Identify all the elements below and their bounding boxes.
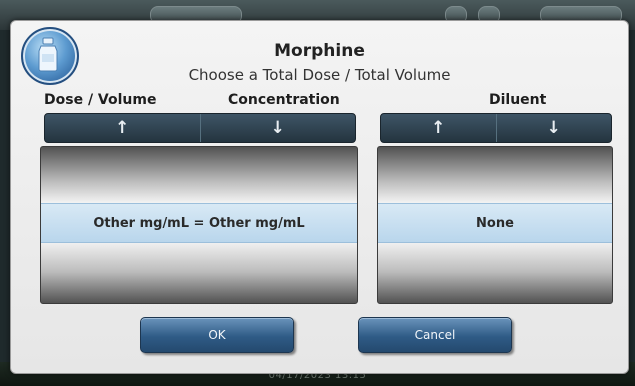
diluent-selected-label: None: [476, 215, 514, 231]
concentration-down-button[interactable]: ↓: [199, 114, 356, 142]
column-header-diluent: Diluent: [489, 92, 547, 108]
column-header-dose-volume: Dose / Volume: [44, 92, 157, 108]
cancel-button-label: Cancel: [414, 328, 456, 342]
diluent-selected-row[interactable]: None: [378, 203, 612, 243]
dialog-subtitle: Choose a Total Dose / Total Volume: [188, 66, 451, 84]
diluent-picker[interactable]: None: [377, 146, 613, 304]
arrow-up-icon: ↑: [431, 118, 446, 138]
diluent-up-button[interactable]: ↑: [381, 114, 496, 142]
concentration-picker[interactable]: Other mg/mL = Other mg/mL: [40, 146, 358, 304]
arrow-down-icon: ↓: [546, 118, 561, 138]
concentration-up-button[interactable]: ↑: [45, 114, 200, 142]
ok-button-label: OK: [208, 328, 226, 342]
diluent-scroll-bar: ↑ ↓: [380, 113, 612, 143]
ok-button[interactable]: OK: [140, 317, 294, 353]
concentration-selected-row[interactable]: Other mg/mL = Other mg/mL: [41, 203, 357, 243]
concentration-scroll-bar: ↑ ↓: [44, 113, 356, 143]
diluent-down-button[interactable]: ↓: [495, 114, 612, 142]
dose-volume-dialog: Morphine Choose a Total Dose / Total Vol…: [10, 20, 629, 374]
cancel-button[interactable]: Cancel: [358, 317, 512, 353]
column-header-concentration: Concentration: [228, 92, 340, 108]
concentration-selected-label: Other mg/mL = Other mg/mL: [93, 215, 305, 231]
arrow-down-icon: ↓: [270, 118, 285, 138]
drug-title: Morphine: [274, 41, 365, 61]
arrow-up-icon: ↑: [115, 118, 130, 138]
